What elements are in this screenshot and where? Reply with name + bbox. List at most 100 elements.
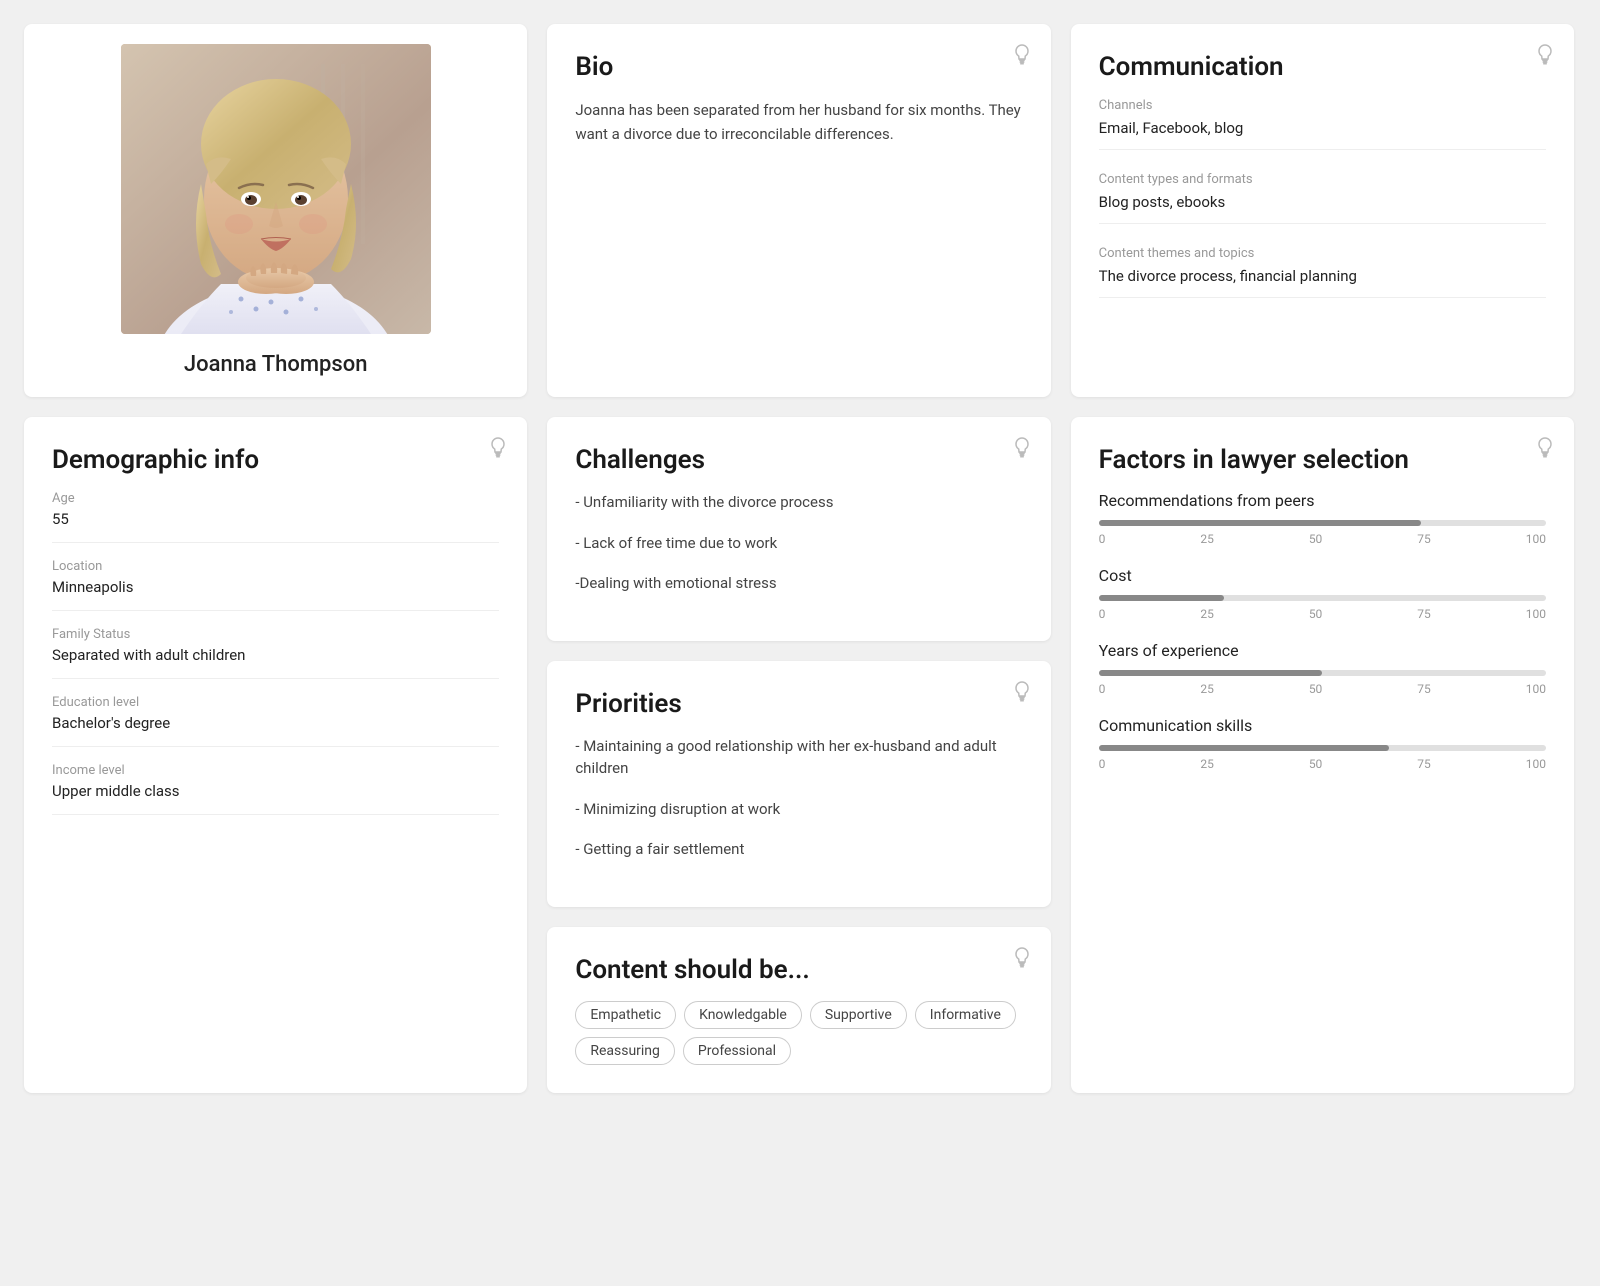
bar-section-0: Recommendations from peers0255075100 (1099, 491, 1546, 546)
bio-title: Bio (575, 52, 1022, 82)
lightbulb-icon-lawyer (1536, 437, 1554, 464)
priority-item-2: - Minimizing disruption at work (575, 798, 1022, 821)
bar-tick-label: 75 (1417, 682, 1431, 696)
bar-ticks-3: 0 25 50 75 100 (1099, 757, 1546, 771)
main-grid: Joanna Thompson Bio Joanna has been sepa… (24, 24, 1574, 1093)
tag-item: Supportive (810, 1001, 907, 1029)
bar-ticks-2: 0 25 50 75 100 (1099, 682, 1546, 696)
demo-education-section: Education level Bachelor's degree (52, 695, 499, 747)
bar-tick-label: 25 (1200, 757, 1214, 771)
demo-age-value: 55 (52, 510, 499, 543)
demo-family-value: Separated with adult children (52, 646, 499, 679)
bar-track-0 (1099, 520, 1546, 526)
challenge-item-2: - Lack of free time due to work (575, 532, 1022, 555)
bar-tick-label: 0 (1099, 757, 1106, 771)
bar-tick-label: 100 (1526, 757, 1546, 771)
bar-tick-label: 100 (1526, 682, 1546, 696)
bar-ticks-0: 0255075100 (1099, 532, 1546, 546)
lawyer-bars-container: Recommendations from peers0255075100Cost… (1099, 491, 1546, 771)
bar-section-1: Cost 0 25 50 75 100 (1099, 566, 1546, 621)
bar-tick-label: 75 (1417, 757, 1431, 771)
bar-fill-1 (1099, 595, 1224, 601)
profile-card: Joanna Thompson (24, 24, 527, 397)
bar-label-2: Years of experience (1099, 641, 1546, 660)
demo-family-section: Family Status Separated with adult child… (52, 627, 499, 679)
bio-text: Joanna has been separated from her husba… (575, 98, 1022, 146)
demo-location-value: Minneapolis (52, 578, 499, 611)
bar-track-2 (1099, 670, 1546, 676)
bar-tick-label: 0 (1099, 607, 1106, 621)
bar-label-0: Recommendations from peers (1099, 491, 1546, 510)
bar-tick-label: 75 (1417, 607, 1431, 621)
lightbulb-icon-demo (489, 437, 507, 464)
lightbulb-icon-challenges (1013, 437, 1031, 464)
tags-container: Empathetic Knowledgable Supportive Informat… (575, 1001, 1022, 1065)
comm-content-types-value: Blog posts, ebooks (1099, 193, 1546, 224)
comm-channels-value: Email, Facebook, blog (1099, 119, 1546, 150)
tag-item: Knowledgable (684, 1001, 802, 1029)
tag-item: Empathetic (575, 1001, 676, 1029)
bar-section-3: Communication skills 0 25 50 75 100 (1099, 716, 1546, 771)
comm-themes-value: The divorce process, financial planning (1099, 267, 1546, 298)
demo-age-section: Age 55 (52, 491, 499, 543)
demo-location-label: Location (52, 559, 499, 574)
demo-education-label: Education level (52, 695, 499, 710)
priorities-title: Priorities (575, 689, 1022, 719)
bar-fill-0 (1099, 520, 1421, 526)
content-card: Content should be... Empathetic Knowledga… (547, 927, 1050, 1093)
challenges-card: Challenges - Unfamiliarity with the divo… (547, 417, 1050, 641)
comm-title: Communication (1099, 52, 1546, 82)
bar-tick-label: 25 (1200, 682, 1214, 696)
bar-tick-label: 25 (1200, 532, 1214, 546)
content-title: Content should be... (575, 955, 1022, 985)
bar-tick-label: 25 (1200, 607, 1214, 621)
priorities-card: Priorities - Maintaining a good relation… (547, 661, 1050, 907)
bar-tick-label: 50 (1309, 682, 1323, 696)
lightbulb-icon (1013, 44, 1031, 71)
comm-themes-label: Content themes and topics (1099, 246, 1546, 261)
lawyer-selection-card: Factors in lawyer selection Recommendati… (1071, 417, 1574, 1093)
priority-item-3: - Getting a fair settlement (575, 838, 1022, 861)
comm-channels-label: Channels (1099, 98, 1546, 113)
lightbulb-icon-comm (1536, 44, 1554, 71)
bar-tick-label: 100 (1526, 607, 1546, 621)
challenge-item-3: -Dealing with emotional stress (575, 572, 1022, 595)
bar-tick-label: 75 (1417, 532, 1431, 546)
tag-item: Professional (683, 1037, 791, 1065)
tag-item: Reassuring (575, 1037, 675, 1065)
bar-label-3: Communication skills (1099, 716, 1546, 735)
comm-channels-section: Channels Email, Facebook, blog (1099, 98, 1546, 150)
bar-tick-label: 100 (1526, 532, 1546, 546)
bio-card: Bio Joanna has been separated from her h… (547, 24, 1050, 397)
demo-income-label: Income level (52, 763, 499, 778)
bar-track-3 (1099, 745, 1546, 751)
bar-tick-label: 0 (1099, 682, 1106, 696)
demo-income-section: Income level Upper middle class (52, 763, 499, 815)
lightbulb-icon-priorities (1013, 681, 1031, 708)
bar-tick-label: 50 (1309, 607, 1323, 621)
middle-column: Challenges - Unfamiliarity with the divo… (547, 417, 1050, 1093)
challenge-item-1: - Unfamiliarity with the divorce process (575, 491, 1022, 514)
bar-tick-label: 50 (1309, 757, 1323, 771)
profile-photo (121, 44, 431, 334)
priority-item-1: - Maintaining a good relationship with h… (575, 735, 1022, 780)
bar-fill-2 (1099, 670, 1323, 676)
bar-label-1: Cost (1099, 566, 1546, 585)
bar-track-1 (1099, 595, 1546, 601)
profile-name: Joanna Thompson (184, 352, 368, 377)
comm-themes-section: Content themes and topics The divorce pr… (1099, 246, 1546, 298)
comm-content-types-label: Content types and formats (1099, 172, 1546, 187)
demo-education-value: Bachelor's degree (52, 714, 499, 747)
communication-card: Communication Channels Email, Facebook, … (1071, 24, 1574, 397)
bar-section-2: Years of experience 0 25 50 75 100 (1099, 641, 1546, 696)
demo-location-section: Location Minneapolis (52, 559, 499, 611)
bar-ticks-1: 0 25 50 75 100 (1099, 607, 1546, 621)
demo-title: Demographic info (52, 445, 499, 475)
demo-age-label: Age (52, 491, 499, 506)
bar-tick-label: 0 (1099, 532, 1106, 546)
demo-family-label: Family Status (52, 627, 499, 642)
tag-item: Informative (915, 1001, 1016, 1029)
comm-content-types-section: Content types and formats Blog posts, eb… (1099, 172, 1546, 224)
bar-fill-3 (1099, 745, 1390, 751)
lawyer-title: Factors in lawyer selection (1099, 445, 1546, 475)
